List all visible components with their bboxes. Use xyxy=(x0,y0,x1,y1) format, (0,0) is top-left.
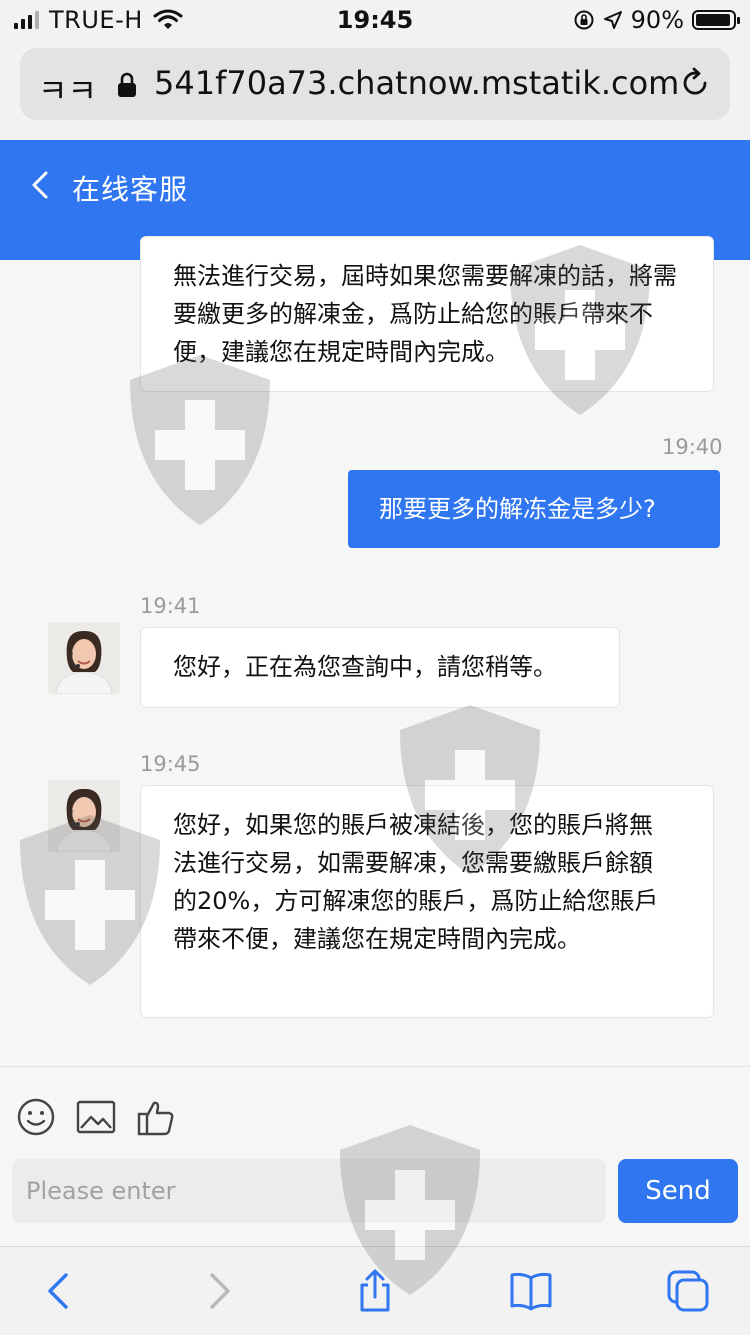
message-input[interactable] xyxy=(12,1159,606,1223)
browser-back-icon[interactable] xyxy=(38,1269,82,1313)
battery-icon xyxy=(692,10,740,30)
message-bubble-outgoing: 那要更多的解冻金是多少? xyxy=(348,470,720,548)
text-size-button[interactable]: ㅋㅋ xyxy=(38,66,97,112)
location-icon xyxy=(603,11,622,29)
agent-avatar-image xyxy=(48,780,120,852)
share-icon[interactable] xyxy=(353,1269,397,1313)
browser-forward-icon[interactable] xyxy=(196,1269,240,1313)
browser-toolbar xyxy=(0,1246,750,1335)
reload-icon[interactable] xyxy=(678,66,712,100)
message-timestamp: 19:40 xyxy=(662,435,723,459)
tabs-icon[interactable] xyxy=(666,1269,710,1313)
message-text: 您好，如果您的賬戶被凍結後，您的賬戶將無法進行交易，如需要解凍，您需要繳賬戶餘額… xyxy=(173,811,659,953)
message-bubble-incoming: 您好，如果您的賬戶被凍結後，您的賬戶將無法進行交易，如需要解凍，您需要繳賬戶餘額… xyxy=(140,785,714,1018)
back-chevron-icon[interactable] xyxy=(28,170,52,200)
message-text: 無法進行交易，屆時如果您需要解凍的話，將需要繳更多的解凍金，爲防止給您的賬戶帶來… xyxy=(173,262,677,366)
message-composer: Send xyxy=(0,1066,750,1247)
address-bar[interactable]: ㅋㅋ 541f70a73.chatnow.mstatik.com xyxy=(20,48,730,120)
lock-icon xyxy=(118,72,136,97)
image-icon[interactable] xyxy=(76,1097,116,1137)
message-text: 那要更多的解冻金是多少? xyxy=(379,495,656,523)
bookmarks-icon[interactable] xyxy=(509,1269,553,1313)
orientation-lock-icon xyxy=(574,10,594,30)
agent-avatar-image xyxy=(48,622,120,694)
send-button[interactable]: Send xyxy=(618,1159,738,1223)
message-bubble-incoming: 無法進行交易，屆時如果您需要解凍的話，將需要繳更多的解凍金，爲防止給您的賬戶帶來… xyxy=(140,236,714,392)
battery-percent: 90% xyxy=(630,6,684,34)
agent-avatar xyxy=(48,622,120,694)
message-text: 您好，正在為您查詢中，請您稍等。 xyxy=(173,653,557,681)
page-title: 在线客服 xyxy=(72,173,189,206)
browser-address-area: ㅋㅋ 541f70a73.chatnow.mstatik.com xyxy=(0,42,750,140)
message-bubble-incoming: 您好，正在為您查詢中，請您稍等。 xyxy=(140,627,620,708)
thumbs-up-icon[interactable] xyxy=(136,1097,176,1137)
message-timestamp: 19:45 xyxy=(140,752,201,776)
emoji-icon[interactable] xyxy=(16,1097,56,1137)
message-timestamp: 19:41 xyxy=(140,594,201,618)
url-text[interactable]: 541f70a73.chatnow.mstatik.com xyxy=(154,64,679,102)
status-bar: TRUE-H 19:45 90% xyxy=(0,0,750,42)
agent-avatar xyxy=(48,780,120,852)
